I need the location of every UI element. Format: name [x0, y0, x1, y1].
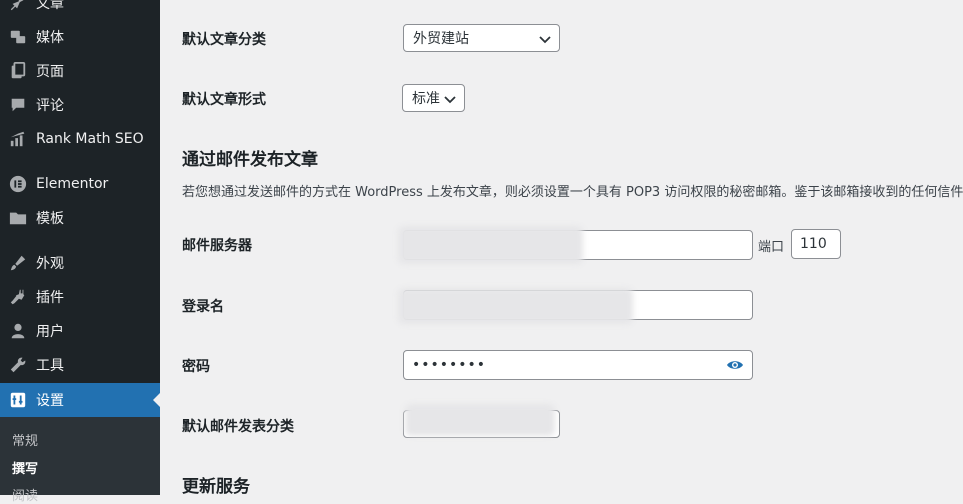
menu-item-comments[interactable]: 评论 [0, 88, 160, 122]
submenu-general[interactable]: 常规 [12, 430, 38, 449]
chevron-down-icon [539, 33, 551, 44]
plugin-icon [8, 287, 28, 307]
submenu-writing[interactable]: 撰写 [12, 458, 38, 477]
mail-category-label: 默认邮件发表分类 [182, 419, 294, 435]
menu-item-settings[interactable]: 设置 [0, 383, 160, 417]
login-name-label: 登录名 [182, 299, 224, 315]
media-icon [8, 27, 28, 47]
pin-icon [8, 0, 28, 13]
default-format-value: 标准 [412, 91, 440, 107]
port-value: 110 [800, 236, 827, 252]
menu-label: 页面 [36, 64, 64, 80]
wrench-icon [8, 355, 28, 375]
mail-post-heading: 通过邮件发布文章 [182, 150, 318, 170]
menu-item-posts[interactable]: 文章 [0, 0, 160, 20]
password-input[interactable]: •••••••• [403, 350, 753, 380]
redaction-blur [398, 288, 633, 324]
update-services-heading: 更新服务 [182, 477, 250, 497]
rank-math-icon [8, 129, 28, 149]
menu-item-appearance[interactable]: 外观 [0, 246, 160, 280]
pages-icon [8, 61, 28, 81]
menu-item-media[interactable]: 媒体 [0, 20, 160, 54]
folder-icon [8, 208, 28, 228]
mail-server-label: 邮件服务器 [182, 238, 252, 254]
menu-label: 工具 [36, 358, 64, 374]
default-format-select[interactable]: 标准 [402, 84, 465, 112]
password-label: 密码 [182, 359, 210, 375]
redaction-blur [405, 404, 555, 436]
comment-icon [8, 95, 28, 115]
user-icon [8, 321, 28, 341]
menu-item-plugins[interactable]: 插件 [0, 280, 160, 314]
menu-label: 插件 [36, 290, 64, 306]
menu-label: 模板 [36, 211, 64, 227]
menu-label: Elementor [36, 176, 109, 192]
admin-sidebar: 文章 媒体 页面 评论 Rank Math SEO Elementor 模板 外… [0, 0, 160, 504]
menu-item-rank-math[interactable]: Rank Math SEO [0, 122, 160, 156]
default-category-select[interactable]: 外贸建站 [403, 24, 560, 52]
menu-label: 外观 [36, 256, 64, 272]
port-label: 端口 [758, 240, 785, 255]
menu-label: Rank Math SEO [36, 131, 144, 147]
menu-item-elementor[interactable]: Elementor [0, 167, 160, 201]
redaction-blur [398, 226, 583, 264]
menu-item-pages[interactable]: 页面 [0, 54, 160, 88]
menu-label: 文章 [36, 0, 64, 12]
password-value: •••••••• [412, 357, 487, 373]
default-category-value: 外贸建站 [413, 31, 469, 47]
default-format-label: 默认文章形式 [182, 92, 266, 108]
mail-post-description: 若您想通过发送邮件的方式在 WordPress 上发布文章，则必须设置一个具有 … [182, 185, 963, 200]
menu-item-tools[interactable]: 工具 [0, 348, 160, 382]
chevron-down-icon [444, 93, 456, 104]
settings-content: 默认文章分类 外贸建站 默认文章形式 标准 通过邮件发布文章 若您想通过发送邮件… [160, 0, 963, 497]
elementor-icon [8, 174, 28, 194]
eye-icon[interactable] [726, 357, 744, 377]
menu-label: 媒体 [36, 30, 64, 46]
menu-label: 用户 [36, 324, 64, 340]
default-category-label: 默认文章分类 [182, 32, 266, 48]
menu-item-users[interactable]: 用户 [0, 314, 160, 348]
settings-submenu: 常规 撰写 阅读 [0, 417, 160, 504]
port-input[interactable]: 110 [791, 229, 841, 259]
menu-item-templates[interactable]: 模板 [0, 201, 160, 235]
brush-icon [8, 253, 28, 273]
menu-label: 评论 [36, 98, 64, 114]
menu-label: 设置 [36, 393, 64, 409]
settings-icon [8, 390, 28, 410]
